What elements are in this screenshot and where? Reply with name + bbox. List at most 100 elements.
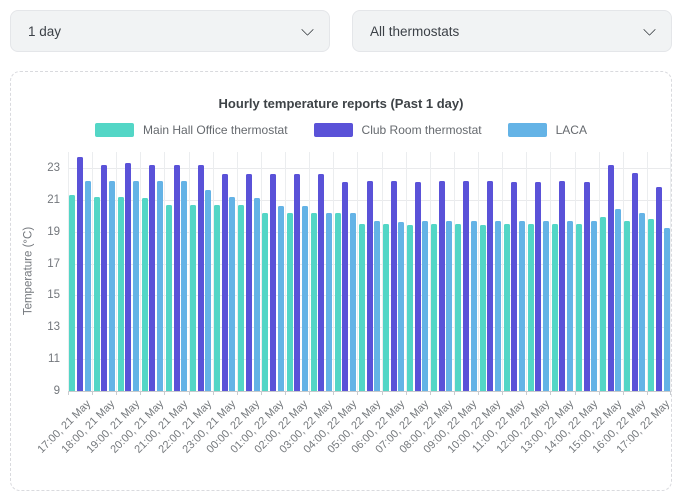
x-axis-tick	[261, 391, 262, 395]
y-tick-label: 9	[11, 384, 60, 398]
x-axis-tick	[213, 391, 214, 395]
bar-laca-2	[133, 181, 139, 391]
bar-main-hall-office-thermostat-11	[335, 213, 341, 391]
bar-laca-8	[278, 206, 284, 391]
bar-main-hall-office-thermostat-13	[383, 224, 389, 391]
x-axis-tick	[382, 391, 383, 395]
plot-area	[68, 152, 671, 391]
bar-laca-22	[615, 209, 621, 391]
filter-controls: 1 day All thermostats	[10, 10, 672, 52]
thermostat-value: All thermostats	[370, 24, 459, 39]
bar-club-room-thermostat-22	[608, 165, 614, 391]
bar-laca-12	[374, 221, 380, 391]
x-axis-tick	[333, 391, 334, 395]
x-axis-tick	[357, 391, 358, 395]
time-range-value: 1 day	[28, 24, 61, 39]
bar-laca-0	[85, 181, 91, 391]
bar-main-hall-office-thermostat-9	[287, 213, 293, 391]
bar-club-room-thermostat-16	[463, 181, 469, 391]
chevron-down-icon	[643, 23, 656, 36]
thermostat-select[interactable]: All thermostats	[352, 10, 672, 52]
bar-main-hall-office-thermostat-7	[238, 205, 244, 391]
x-axis-tick	[92, 391, 93, 395]
bar-laca-15	[446, 221, 452, 391]
bar-club-room-thermostat-14	[415, 182, 421, 391]
bar-club-room-thermostat-19	[535, 182, 541, 391]
x-axis-tick	[430, 391, 431, 395]
x-axis-tick	[670, 391, 671, 395]
x-gridline	[92, 152, 93, 391]
legend-item-main-hall-office-thermostat[interactable]: Main Hall Office thermostat	[95, 123, 288, 137]
bar-main-hall-office-thermostat-20	[552, 224, 558, 391]
bar-laca-3	[157, 181, 163, 391]
bar-main-hall-office-thermostat-8	[262, 213, 268, 391]
x-axis-tick	[285, 391, 286, 395]
legend-swatch	[95, 123, 134, 137]
y-tick-label: 21	[11, 193, 60, 207]
bar-club-room-thermostat-15	[439, 181, 445, 391]
y-tick-label: 15	[11, 288, 60, 302]
bar-laca-17	[495, 221, 501, 391]
bar-club-room-thermostat-7	[246, 174, 252, 391]
legend-label: Main Hall Office thermostat	[143, 123, 288, 137]
bar-main-hall-office-thermostat-19	[528, 224, 534, 391]
x-axis-tick	[599, 391, 600, 395]
x-axis-tick	[140, 391, 141, 395]
bar-club-room-thermostat-6	[222, 174, 228, 391]
legend-item-laca[interactable]: LACA	[508, 123, 587, 137]
bar-laca-5	[205, 190, 211, 391]
bar-laca-19	[543, 221, 549, 391]
x-axis-tick	[309, 391, 310, 395]
y-gridline	[68, 391, 671, 392]
bar-main-hall-office-thermostat-1	[94, 197, 100, 391]
x-axis-tick	[647, 391, 648, 395]
legend-item-club-room-thermostat[interactable]: Club Room thermostat	[314, 123, 482, 137]
bar-laca-16	[471, 221, 477, 391]
x-axis-tick	[526, 391, 527, 395]
bar-main-hall-office-thermostat-15	[431, 224, 437, 391]
bar-main-hall-office-thermostat-14	[407, 225, 413, 391]
bar-laca-21	[591, 221, 597, 391]
bar-laca-20	[567, 221, 573, 391]
bar-main-hall-office-thermostat-6	[214, 205, 220, 391]
x-axis-tick	[550, 391, 551, 395]
bar-club-room-thermostat-12	[367, 181, 373, 391]
x-axis-tick	[68, 391, 69, 395]
bar-main-hall-office-thermostat-23	[624, 221, 630, 391]
bar-club-room-thermostat-13	[391, 181, 397, 391]
x-axis-tick	[454, 391, 455, 395]
x-axis-tick	[406, 391, 407, 395]
bar-main-hall-office-thermostat-17	[480, 225, 486, 391]
bar-laca-6	[229, 197, 235, 391]
bar-club-room-thermostat-0	[77, 157, 83, 391]
bar-club-room-thermostat-2	[125, 163, 131, 391]
bar-main-hall-office-thermostat-5	[190, 205, 196, 391]
time-range-select[interactable]: 1 day	[10, 10, 330, 52]
bar-main-hall-office-thermostat-10	[311, 213, 317, 391]
x-gridline	[285, 152, 286, 391]
bar-main-hall-office-thermostat-16	[455, 224, 461, 391]
bar-laca-1	[109, 181, 115, 391]
y-tick-label: 23	[11, 161, 60, 175]
bar-main-hall-office-thermostat-24	[648, 219, 654, 391]
bar-club-room-thermostat-18	[511, 182, 517, 391]
x-axis-tick	[623, 391, 624, 395]
x-axis-tick	[116, 391, 117, 395]
chart-legend: Main Hall Office thermostat Club Room the…	[11, 123, 671, 137]
bar-main-hall-office-thermostat-22	[600, 217, 606, 391]
bar-club-room-thermostat-24	[656, 187, 662, 391]
bar-laca-10	[326, 213, 332, 391]
x-axis-tick	[478, 391, 479, 395]
bar-club-room-thermostat-21	[584, 182, 590, 391]
x-gridline	[478, 152, 479, 391]
chart-card: Hourly temperature reports (Past 1 day) …	[10, 71, 672, 491]
x-gridline	[670, 152, 671, 391]
bar-laca-11	[350, 213, 356, 391]
bar-main-hall-office-thermostat-21	[576, 224, 582, 391]
bar-club-room-thermostat-4	[174, 165, 180, 391]
y-tick-label: 19	[11, 225, 60, 239]
bar-laca-14	[422, 221, 428, 391]
y-tick-label: 11	[11, 352, 60, 366]
x-axis-tick	[237, 391, 238, 395]
bar-club-room-thermostat-11	[342, 182, 348, 391]
